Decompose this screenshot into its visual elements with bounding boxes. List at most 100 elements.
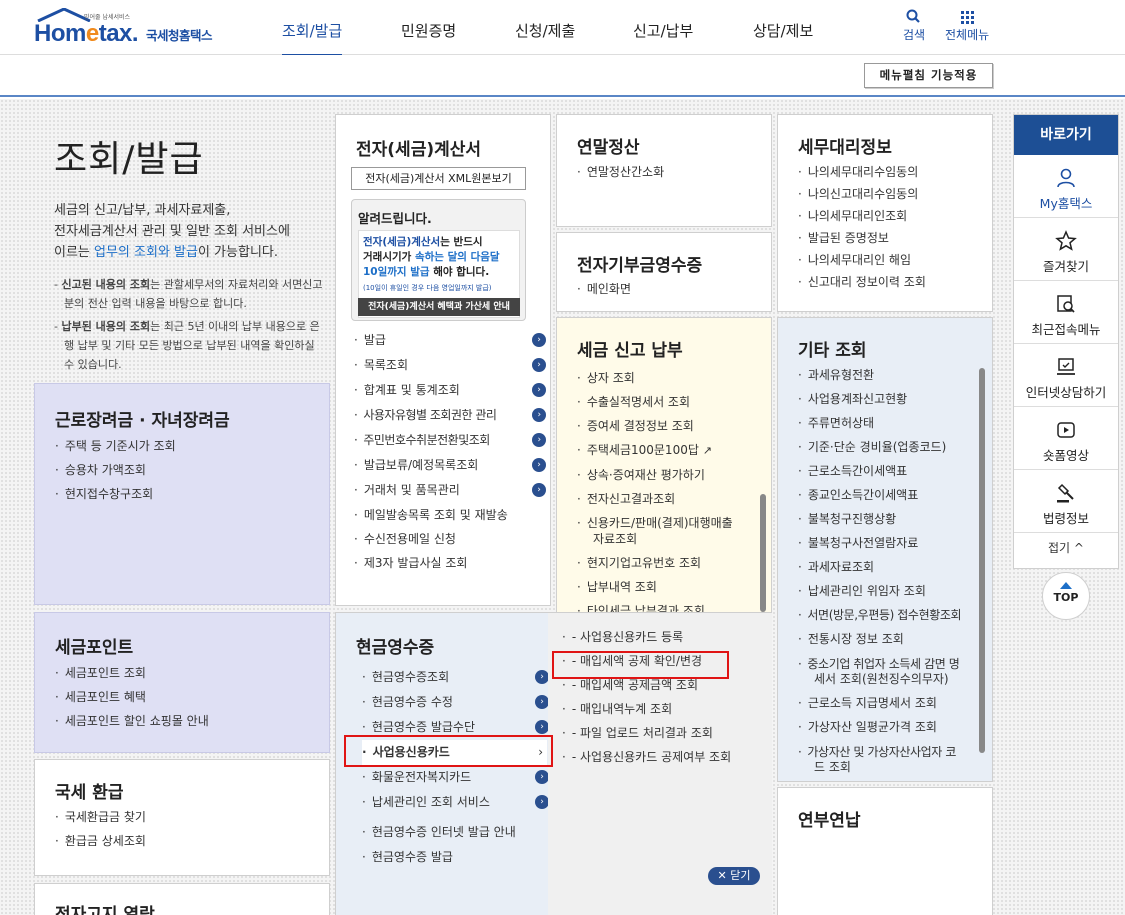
menu-item[interactable]: 주택 등 기준시가 조회 — [55, 434, 176, 458]
card-title[interactable]: 국세 환급 — [55, 778, 123, 803]
menu-item-permission[interactable]: 사용자유형별 조회권한 관리› — [354, 403, 546, 428]
sidebar-item-online-consult[interactable]: 인터넷상담하기 — [1014, 344, 1118, 407]
submenu-item[interactable]: - 사업용신용카드 등록 — [562, 625, 731, 649]
menu-item[interactable]: 승용차 가액조회 — [55, 458, 176, 482]
menu-item-list[interactable]: 목록조회› — [354, 353, 546, 378]
menu-item[interactable]: 근로소득간이세액표 — [798, 459, 983, 483]
menu-item-cont[interactable]: 드 조회 — [798, 760, 983, 775]
menu-item[interactable]: 증여세 결정정보 조회 — [577, 414, 762, 438]
notice-penalty-button[interactable]: 전자(세금)계산서 혜택과 가산세 안내 — [358, 298, 520, 316]
card-title[interactable]: 기타 조회 — [798, 336, 866, 361]
sidebar-item-recent-menu[interactable]: 최근접속메뉴 — [1014, 281, 1118, 344]
menu-item[interactable]: 납부내역 조회 — [577, 575, 762, 599]
scrollbar[interactable] — [760, 494, 766, 612]
sidebar-item-favorites[interactable]: 즐겨찾기 — [1014, 218, 1118, 281]
sidebar-item-short-video[interactable]: 숏폼영상 — [1014, 407, 1118, 470]
menu-item[interactable]: 현금영수증조회› — [362, 665, 549, 690]
menu-item-third-party[interactable]: 제3자 발급사실 조회 — [354, 551, 544, 575]
menu-item-issue[interactable]: 발급› — [354, 328, 546, 353]
menu-item[interactable]: 세금포인트 혜택 — [55, 685, 209, 709]
menu-item[interactable]: 과세유형전환 — [798, 363, 983, 387]
menu-item[interactable]: 가상자산 및 가상자산사업자 코 — [798, 739, 983, 760]
menu-item[interactable]: 사업용계좌신고현황 — [798, 387, 983, 411]
nav-certificates[interactable]: 민원증명 — [401, 20, 456, 41]
menu-item[interactable]: 나의세무대리수임동의 — [798, 161, 926, 183]
card-title[interactable]: 세무대리정보 — [798, 133, 892, 158]
scrollbar[interactable] — [979, 368, 985, 753]
menu-item[interactable]: 현금영수증 수정› — [362, 690, 549, 715]
menu-item[interactable]: 신고대리 정보이력 조회 — [798, 271, 926, 293]
nav-apply-submit[interactable]: 신청/제출 — [515, 20, 575, 41]
card-title[interactable]: 전자기부금영수증 — [577, 251, 702, 276]
menu-item-receive-mail[interactable]: 수신전용메일 신청 — [354, 527, 544, 551]
menu-item[interactable]: 상자 조회 — [577, 366, 762, 390]
close-button[interactable]: ✕ 닫기 — [708, 867, 760, 885]
search-button[interactable]: 검색 — [903, 8, 925, 43]
card-title[interactable]: 현금영수증 — [356, 633, 434, 658]
menu-item[interactable]: 세금포인트 조회 — [55, 661, 209, 685]
nav-report-pay[interactable]: 신고/납부 — [633, 20, 693, 41]
menu-item[interactable]: 나의세무대리인 해임 — [798, 249, 926, 271]
menu-item-cont[interactable]: 자료조회 — [577, 531, 762, 551]
menu-item[interactable]: 근로소득 지급명세서 조회 — [798, 691, 983, 715]
menu-item[interactable]: 주택세금100문100답 ↗ — [577, 438, 762, 463]
card-title[interactable]: 전자고지 열람 — [55, 900, 155, 915]
menu-item[interactable]: 환급금 상세조회 — [55, 829, 146, 853]
nav-lookup-issue[interactable]: 조회/발급 — [282, 20, 343, 57]
menu-item[interactable]: 전통시장 정보 조회 — [798, 627, 983, 651]
menu-item-cont[interactable]: 세서 조회(원천징수의무자) — [798, 672, 983, 691]
nav-consult-report[interactable]: 상담/제보 — [753, 20, 813, 41]
submenu-item[interactable]: - 사업용신용카드 공제여부 조회 — [562, 745, 731, 769]
menu-item-summary[interactable]: 합계표 및 통계조회› — [354, 378, 546, 403]
menu-item-mail[interactable]: 메일발송목록 조회 및 재발송 — [354, 503, 544, 527]
menu-item[interactable]: 서면(방문,우편등) 접수현황조회 — [798, 603, 983, 627]
hometax-logo[interactable]: 믿어줄 납세서비스 Hometax. 국세청홈택스 — [34, 8, 224, 48]
menu-item[interactable]: 중소기업 취업자 소득세 감면 명 — [798, 651, 983, 672]
menu-item[interactable]: 나의신고대리수임동의 — [798, 183, 926, 205]
menu-item[interactable]: 세금포인트 할인 쇼핑몰 안내 — [55, 709, 209, 733]
submenu-item[interactable]: - 매입내역누계 조회 — [562, 697, 731, 721]
menu-item[interactable]: 과세자료조회 — [798, 555, 983, 579]
logo-brand: Hometax. — [34, 20, 139, 47]
menu-item[interactable]: 현금영수증 발급 — [362, 845, 547, 870]
menu-item[interactable]: 전자신고결과조회 — [577, 487, 762, 511]
menu-item[interactable]: 현지기업고유번호 조회 — [577, 551, 762, 575]
sidebar-item-law-info[interactable]: 법령정보 — [1014, 470, 1118, 533]
menu-item[interactable]: 신용카드/판매(결제)대행매출 — [577, 511, 762, 531]
card-title[interactable]: 전자(세금)계산서 — [356, 135, 481, 160]
menu-item[interactable]: 상속·증여재산 평가하기 — [577, 463, 762, 487]
menu-item[interactable]: 가상자산 일평균가격 조회 — [798, 715, 983, 739]
scroll-top-button[interactable]: TOP — [1042, 572, 1090, 620]
menu-item[interactable]: 국세환급금 찾기 — [55, 805, 146, 829]
menu-item[interactable]: 납세관리인 조회 서비스› — [362, 790, 549, 815]
menu-expand-button[interactable]: 메뉴펼침 기능적용 — [864, 63, 993, 88]
sidebar-fold-button[interactable]: 접기 ^ — [1014, 533, 1118, 556]
card-title[interactable]: 세금포인트 — [55, 633, 133, 658]
sidebar-item-my-hometax[interactable]: My홈택스 — [1014, 155, 1118, 218]
menu-item[interactable]: 납세관리인 위임자 조회 — [798, 579, 983, 603]
card-title[interactable]: 세금 신고 납부 — [577, 336, 683, 361]
menu-item[interactable]: 수출실적명세서 조회 — [577, 390, 762, 414]
menu-item[interactable]: 발급된 증명정보 — [798, 227, 926, 249]
menu-item[interactable]: 종교인소득간이세액표 — [798, 483, 983, 507]
all-menu-button[interactable]: 전체메뉴 — [945, 8, 989, 43]
menu-item[interactable]: 주류면허상태 — [798, 411, 983, 435]
menu-item[interactable]: 불복청구진행상황 — [798, 507, 983, 531]
menu-item-hold[interactable]: 발급보류/예정목록조회› — [354, 453, 546, 478]
menu-item[interactable]: 불복청구사전열람자료 — [798, 531, 983, 555]
card-title[interactable]: 근로장려금 · 자녀장려금 — [55, 406, 230, 431]
menu-item[interactable]: 메인화면 — [577, 277, 631, 301]
card-title[interactable]: 연부연납 — [798, 806, 861, 831]
menu-item[interactable]: 연말정산간소화 — [577, 160, 664, 184]
menu-item[interactable]: 현지접수창구조회 — [55, 482, 176, 506]
menu-item[interactable]: 현금영수증 인터넷 발급 안내 — [362, 820, 547, 845]
menu-item-id-convert[interactable]: 주민번호수취분전환및조회› — [354, 428, 546, 453]
menu-item[interactable]: 나의세무대리인조회 — [798, 205, 926, 227]
menu-item[interactable]: 기준·단순 경비율(업종코드) — [798, 435, 983, 459]
menu-item-partner[interactable]: 거래처 및 품목관리› — [354, 478, 546, 503]
xml-view-button[interactable]: 전자(세금)계산서 XML원본보기 — [351, 167, 526, 190]
card-einvoice: 전자(세금)계산서 전자(세금)계산서 XML원본보기 알려드립니다. 전자(세… — [335, 114, 551, 606]
card-title[interactable]: 연말정산 — [577, 133, 640, 158]
submenu-item[interactable]: - 파일 업로드 처리결과 조회 — [562, 721, 731, 745]
menu-item[interactable]: 화물운전자복지카드› — [362, 765, 549, 790]
